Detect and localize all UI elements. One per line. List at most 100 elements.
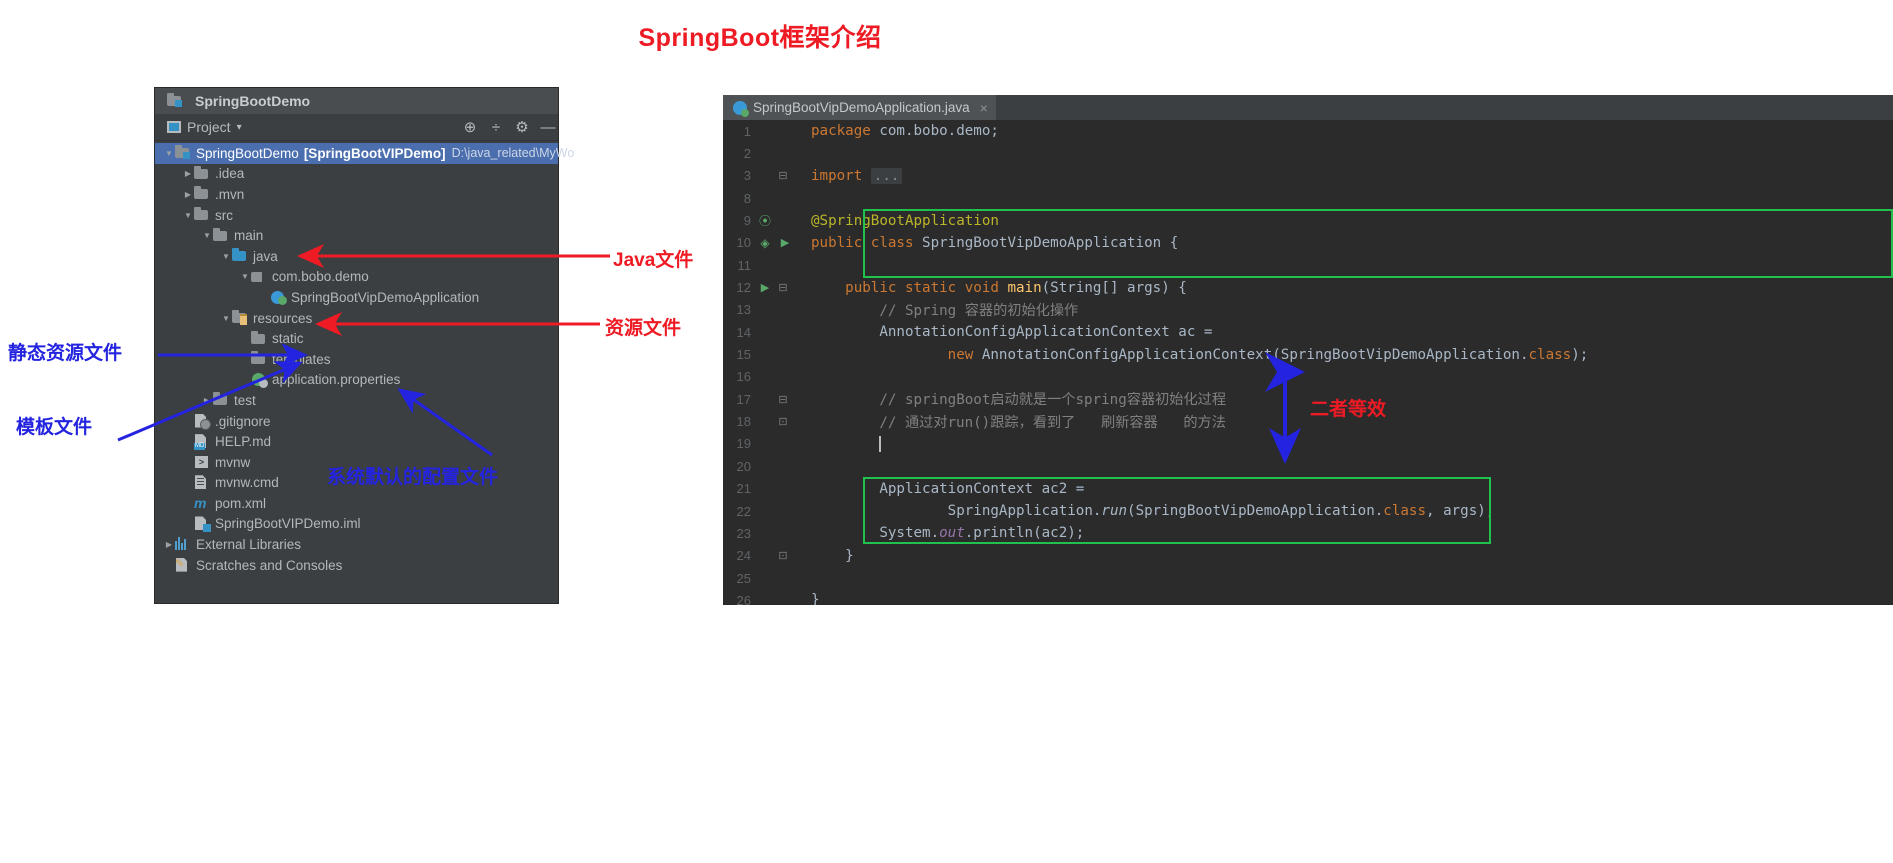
tree-row-java[interactable]: ▼ java <box>155 246 558 267</box>
line-number: 17 <box>736 391 751 407</box>
code-line[interactable]: 24 ⊡ } <box>723 545 1893 567</box>
tree-row-springbootdemo[interactable]: ▼ SpringBootDemo [SpringBootVIPDemo] D:\jav… <box>155 143 574 164</box>
tree-row-idea[interactable]: ▶ .idea <box>155 164 558 185</box>
tree-row-pom-xml[interactable]: m pom.xml <box>155 493 558 514</box>
line-gutter: 2 <box>723 142 811 164</box>
tree-row-label: .gitignore <box>215 413 271 429</box>
code-fold-toggle[interactable]: ⊟ <box>775 169 791 182</box>
hide-panel-icon[interactable]: — <box>538 117 558 137</box>
code-fold-toggle[interactable]: ⊟ <box>775 393 791 406</box>
chevron-right-icon[interactable]: ▶ <box>182 190 194 199</box>
code-line[interactable]: 16 <box>723 366 1893 388</box>
code-line[interactable]: 25 <box>723 567 1893 589</box>
chevron-right-icon[interactable]: ▶ <box>182 169 194 178</box>
project-tree[interactable]: ▼ SpringBootDemo [SpringBootVIPDemo] D:\jav… <box>155 141 574 576</box>
tree-row-main[interactable]: ▼ main <box>155 225 558 246</box>
settings-gear-icon[interactable]: ⚙ <box>512 117 532 137</box>
line-number: 22 <box>736 503 751 519</box>
tree-row-resources[interactable]: ▼ resources <box>155 308 558 329</box>
spring-class-icon <box>733 100 749 117</box>
folder-icon <box>194 165 210 181</box>
tree-row-help-md[interactable]: MD HELP.md <box>155 431 558 452</box>
iml-file-icon <box>194 516 211 533</box>
code-line[interactable]: 11 <box>723 254 1893 276</box>
spring-bean-gutter-icon[interactable]: ⦿ <box>755 212 775 229</box>
tree-row-gitignore[interactable]: .gitignore <box>155 411 558 432</box>
code-line[interactable]: 15 new AnnotationConfigApplicationContex… <box>723 343 1893 365</box>
line-gutter: 13 <box>723 299 811 321</box>
chevron-right-icon[interactable]: ▶ <box>201 396 213 405</box>
tree-row-src[interactable]: ▼ src <box>155 205 558 226</box>
tree-row-springbootvipdemoapplication[interactable]: SpringBootVipDemoApplication <box>155 287 558 308</box>
code-line[interactable]: 20 <box>723 455 1893 477</box>
project-view-label[interactable]: Project <box>187 119 231 135</box>
line-gutter: 12 ▶ ⊟ <box>723 276 811 298</box>
maven-pom-icon: m <box>194 494 207 511</box>
line-gutter: 21 <box>723 478 811 500</box>
run-gutter-icon[interactable]: ▶ <box>775 236 795 249</box>
tree-row-mvn[interactable]: ▶ .mvn <box>155 184 558 205</box>
code-line[interactable]: 18 ⊡ // 通过对run()跟踪，看到了 刷新容器 的方法 <box>723 410 1893 432</box>
code-content[interactable]: 1 package com.bobo.demo; 2 3 ⊟ import ... 8 9 ⦿ @… <box>723 120 1893 605</box>
tree-row-label: main <box>234 228 264 244</box>
tree-row-label: External Libraries <box>196 537 302 553</box>
tree-row-scratches-and-consoles[interactable]: ✎ Scratches and Consoles <box>155 555 558 576</box>
locate-icon[interactable]: ⊕ <box>460 117 480 137</box>
code-fold-toggle[interactable]: ⊟ <box>775 281 791 294</box>
code-fold-toggle[interactable]: ⊡ <box>775 549 791 562</box>
chevron-down-icon[interactable]: ▾ <box>237 122 242 133</box>
code-fold-toggle[interactable]: ⊡ <box>775 415 791 428</box>
code-line[interactable]: 23 System.out.println(ac2); <box>723 522 1893 544</box>
annotation-java-file: Java文件 <box>613 250 694 271</box>
tree-row-external-libraries[interactable]: ▶ External Libraries <box>155 534 558 555</box>
code-line[interactable]: 12 ▶ ⊟ public static void main(String[] ar… <box>723 276 1893 298</box>
tree-row-test[interactable]: ▶ test <box>155 390 558 411</box>
tree-row-label: SpringBootVIPDemo.iml <box>215 516 361 532</box>
code-line[interactable]: 3 ⊟ import ... <box>723 165 1893 187</box>
collapse-all-icon[interactable]: ÷ <box>486 117 506 137</box>
chevron-down-icon[interactable]: ▼ <box>239 272 251 281</box>
code-line[interactable]: 9 ⦿ @SpringBootApplication <box>723 209 1893 231</box>
code-line[interactable]: 10 ◈ ▶ public class SpringBootVipDemoApplic… <box>723 232 1893 254</box>
tree-row-com-bobo-demo[interactable]: ▼ com.bobo.demo <box>155 267 558 288</box>
code-line[interactable]: 22 SpringApplication.run(SpringBootVipDe… <box>723 500 1893 522</box>
external-libraries-icon <box>175 537 191 552</box>
tree-row-label: templates <box>272 351 331 367</box>
code-line[interactable]: 13 // Spring 容器的初始化操作 <box>723 299 1893 321</box>
project-tool-window: SpringBootDemo Project ▾ ⊕ ÷ ⚙ — ▼ Spring… <box>154 87 574 604</box>
close-icon[interactable]: × <box>980 100 988 116</box>
code-line[interactable]: 8 <box>723 187 1893 209</box>
code-line[interactable]: 2 <box>723 142 1893 164</box>
tree-row-label: .mvn <box>215 186 245 202</box>
run-gutter-icon[interactable]: ▶ <box>755 281 775 294</box>
folder-icon <box>194 207 210 222</box>
line-number: 1 <box>743 123 751 139</box>
chevron-down-icon[interactable]: ▼ <box>220 252 232 261</box>
chevron-down-icon[interactable]: ▼ <box>182 211 194 220</box>
line-gutter: 17 ⊟ <box>723 388 811 410</box>
code-line[interactable]: 14 AnnotationConfigApplicationContext ac… <box>723 321 1893 343</box>
project-window-titlebar: SpringBootDemo <box>155 88 558 114</box>
line-number: 8 <box>743 190 751 206</box>
code-line[interactable]: 1 package com.bobo.demo; <box>723 120 1893 142</box>
chevron-right-icon[interactable]: ▶ <box>163 540 175 549</box>
line-number: 20 <box>736 458 751 474</box>
chevron-down-icon[interactable]: ▼ <box>201 231 213 240</box>
code-text: import ... <box>811 167 1893 184</box>
project-window-title: SpringBootDemo <box>195 93 311 109</box>
project-toolbar: Project ▾ ⊕ ÷ ⚙ — <box>155 114 558 141</box>
tree-row-static[interactable]: static <box>155 328 558 349</box>
line-number: 2 <box>743 146 751 162</box>
editor-tab-springbootvipdemoapplication[interactable]: SpringBootVipDemoApplication.java × <box>723 95 996 123</box>
code-line[interactable]: 19 <box>723 433 1893 455</box>
tree-row-templates[interactable]: templates <box>155 349 558 370</box>
code-line[interactable]: 17 ⊟ // springBoot启动就是一个spring容器初始化过程 <box>723 388 1893 410</box>
chevron-down-icon[interactable]: ▼ <box>220 314 232 323</box>
code-line[interactable]: 21 ApplicationContext ac2 = <box>723 478 1893 500</box>
tree-row-springbootvipdemo-iml[interactable]: SpringBootVIPDemo.iml <box>155 514 558 535</box>
chevron-down-icon[interactable]: ▼ <box>163 149 175 158</box>
tree-row-application-properties[interactable]: application.properties <box>155 370 558 391</box>
spring-gutter-icon[interactable]: ◈ <box>755 236 775 250</box>
code-line[interactable]: 26} <box>723 589 1893 605</box>
page-title: SpringBoot框架介绍 <box>638 24 882 52</box>
